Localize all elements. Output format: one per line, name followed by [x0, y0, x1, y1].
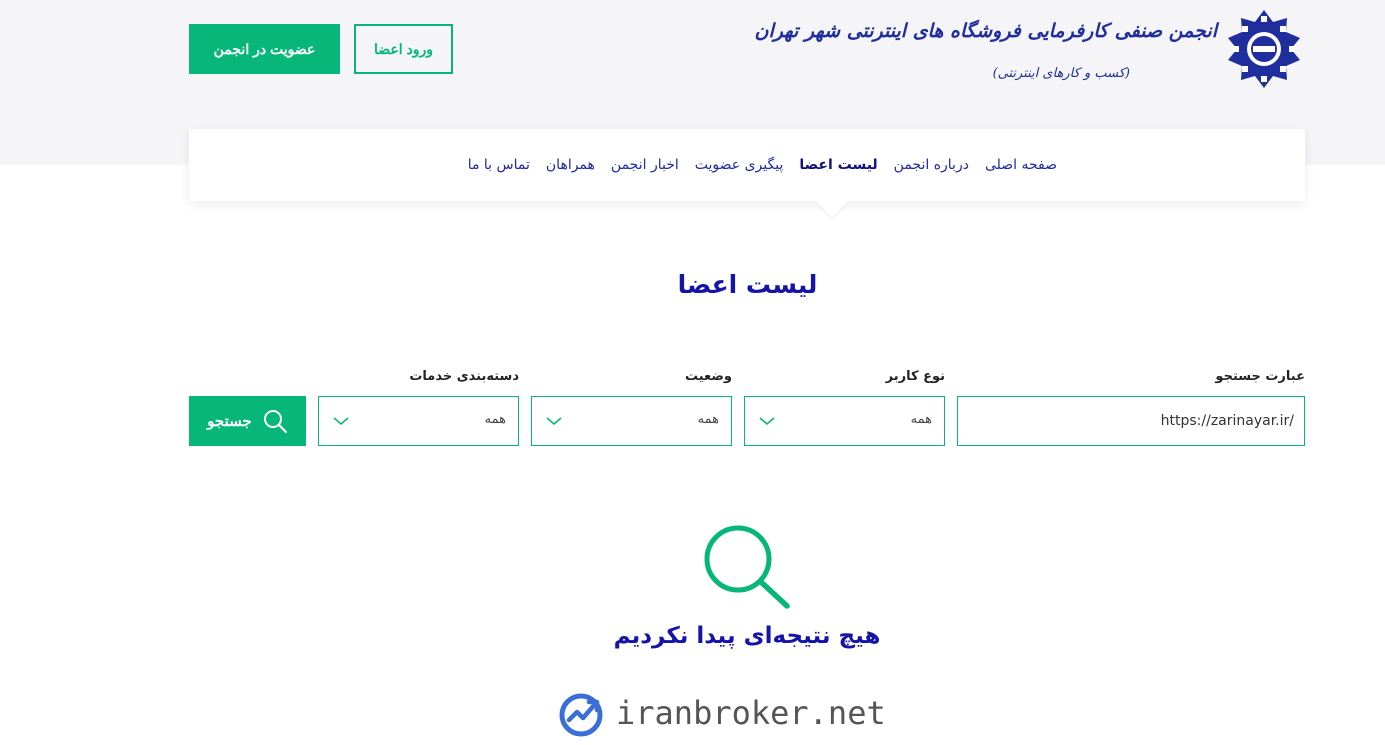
user-type-value: همه	[910, 412, 932, 427]
chevron-down-icon	[546, 417, 562, 426]
search-icon	[704, 525, 790, 609]
nav-item-membership-tracking[interactable]: پیگیری عضویت	[695, 157, 784, 173]
user-type-select[interactable]: همه	[744, 396, 945, 446]
category-label: دسته‌بندی خدمات	[409, 369, 519, 384]
login-button[interactable]: ورود اعضا	[354, 24, 453, 74]
logo-title: انجمن صنفی کارفرمایی فروشگاه های اینترنت…	[754, 20, 1217, 42]
category-value: همه	[484, 412, 506, 427]
status-value: همه	[697, 412, 719, 427]
search-button-label: جستجو	[207, 413, 252, 430]
nav-item-news[interactable]: اخبار انجمن	[611, 157, 679, 173]
join-button[interactable]: عضویت در انجمن	[189, 24, 340, 74]
site-logo[interactable]: انجمن صنفی کارفرمایی فروشگاه های اینترنت…	[755, 8, 1305, 92]
status-label: وضعیت	[684, 369, 732, 384]
nav-list: صفحه اصلی درباره انجمن لیست اعضا پیگیری …	[468, 129, 1057, 201]
search-button[interactable]: جستجو	[189, 396, 306, 446]
search-icon	[263, 410, 287, 434]
logo-subtitle: (کسب و کارهای اینترنتی)	[992, 66, 1130, 81]
nav-item-home[interactable]: صفحه اصلی	[985, 157, 1057, 173]
watermark: iranbroker.net	[556, 688, 886, 738]
chevron-down-icon	[333, 417, 349, 426]
nav-item-members[interactable]: لیست اعضا	[799, 157, 877, 173]
search-input[interactable]	[957, 396, 1305, 446]
chevron-down-icon	[759, 417, 775, 426]
main-nav: صفحه اصلی درباره انجمن لیست اعضا پیگیری …	[189, 129, 1305, 201]
nav-item-about[interactable]: درباره انجمن	[894, 157, 969, 173]
trend-logo-icon	[559, 693, 603, 737]
watermark-text: iranbroker.net	[616, 694, 886, 732]
status-select[interactable]: همه	[531, 396, 732, 446]
emblem-icon	[1228, 10, 1300, 88]
category-select[interactable]: همه	[318, 396, 519, 446]
empty-result-message: هیچ نتیجه‌ای پیدا نکردیم	[613, 623, 881, 649]
nav-item-partners[interactable]: همراهان	[546, 157, 595, 173]
page-title: لیست اعضا	[677, 270, 818, 299]
search-label: عبارت جستجو	[1215, 369, 1305, 384]
nav-item-contact[interactable]: تماس با ما	[468, 157, 530, 173]
user-type-label: نوع کاربر	[885, 369, 945, 384]
